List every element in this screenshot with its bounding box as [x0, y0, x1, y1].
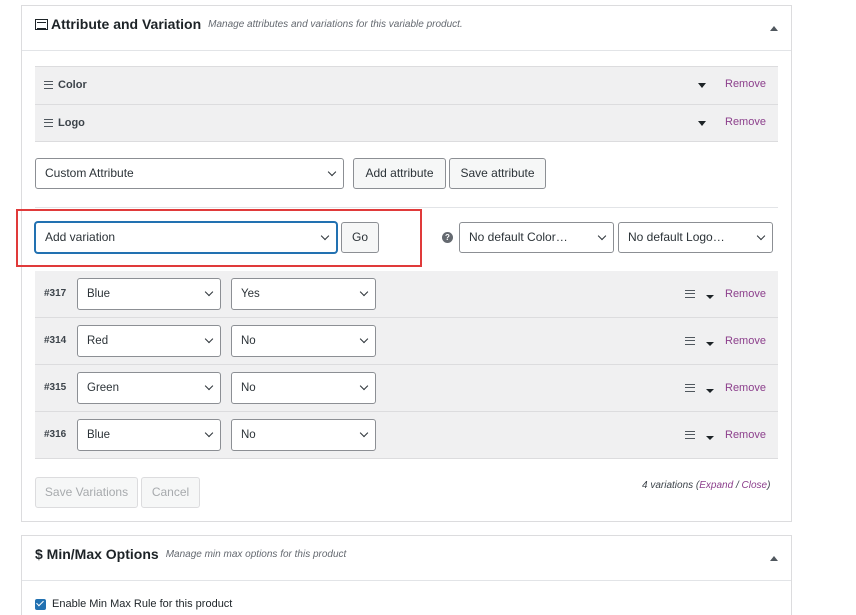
panel-subtitle: Manage min max options for this product — [165, 548, 347, 560]
chevron-down-icon — [204, 428, 214, 438]
variation-id: #317 — [44, 288, 67, 299]
select-value: No default Logo… — [628, 230, 725, 244]
variation-id: #314 — [44, 335, 67, 346]
cancel-button[interactable]: Cancel — [141, 477, 200, 508]
variation-row[interactable]: #314 Red No Remove — [35, 318, 778, 365]
expand-arrow-icon[interactable] — [698, 83, 706, 88]
drag-handle-icon[interactable] — [44, 81, 53, 89]
save-variations-button[interactable]: Save Variations — [35, 477, 138, 508]
chevron-down-icon — [204, 287, 214, 297]
variation-count: 4 variations (Expand / Close) — [642, 480, 771, 491]
highlight-box — [16, 209, 422, 267]
enable-minmax-row[interactable]: Enable Min Max Rule for this product — [35, 598, 232, 610]
variation-logo-select[interactable]: No — [231, 419, 376, 451]
drag-handle-icon[interactable] — [685, 384, 695, 392]
expand-arrow-icon[interactable] — [698, 121, 706, 126]
variation-color-select[interactable]: Green — [77, 372, 221, 404]
select-value: No — [241, 429, 256, 441]
attribute-name: Color — [44, 79, 87, 91]
remove-variation-link[interactable]: Remove — [725, 382, 766, 394]
drag-handle-icon[interactable] — [685, 290, 695, 298]
attribute-label: Logo — [58, 117, 85, 129]
panel-subtitle: Manage attributes and variations for thi… — [208, 18, 463, 30]
variation-logo-select[interactable]: Yes — [231, 278, 376, 310]
variation-logo-select[interactable]: No — [231, 325, 376, 357]
select-value: Red — [87, 335, 109, 347]
remove-attribute-link[interactable]: Remove — [725, 116, 766, 128]
chevron-down-icon — [597, 231, 607, 241]
enable-minmax-label: Enable Min Max Rule for this product — [52, 598, 233, 610]
chevron-down-icon — [756, 231, 766, 241]
expand-link[interactable]: Expand — [699, 480, 733, 491]
variation-row[interactable]: #315 Green No Remove — [35, 365, 778, 412]
variation-color-select[interactable]: Blue — [77, 278, 221, 310]
variation-logo-select[interactable]: No — [231, 372, 376, 404]
panel-header[interactable]: $ Min/Max Options Manage min max options… — [22, 536, 791, 581]
chevron-down-icon — [359, 381, 369, 391]
attribute-type-select[interactable]: Custom Attribute — [35, 158, 344, 189]
chevron-down-icon — [359, 287, 369, 297]
panel-title-text: $ Min/Max Options — [35, 546, 159, 562]
chevron-down-icon — [204, 334, 214, 344]
remove-attribute-link[interactable]: Remove — [725, 78, 766, 90]
select-value: No — [241, 382, 256, 394]
remove-variation-link[interactable]: Remove — [725, 429, 766, 441]
save-attribute-button[interactable]: Save attribute — [449, 158, 546, 189]
variations-list: #317 Blue Yes Remove #314 Red No Remove … — [35, 271, 778, 459]
attribute-row-color[interactable]: Color Remove — [35, 66, 778, 104]
select-value: Custom Attribute — [45, 166, 134, 180]
remove-variation-link[interactable]: Remove — [725, 335, 766, 347]
close-link[interactable]: Close — [742, 480, 768, 491]
chevron-down-icon — [359, 428, 369, 438]
attribute-row-logo[interactable]: Logo Remove — [35, 104, 778, 142]
minmax-options-panel: $ Min/Max Options Manage min max options… — [21, 535, 792, 615]
panel-title: Attribute and Variation Manage attribute… — [35, 16, 463, 32]
panel-title: $ Min/Max Options Manage min max options… — [35, 546, 346, 562]
select-value: Yes — [241, 288, 260, 300]
default-color-select[interactable]: No default Color… — [459, 222, 614, 253]
variation-id: #315 — [44, 382, 67, 393]
expand-arrow-icon[interactable] — [706, 295, 714, 299]
remove-variation-link[interactable]: Remove — [725, 288, 766, 300]
expand-arrow-icon[interactable] — [706, 436, 714, 440]
drag-handle-icon[interactable] — [685, 431, 695, 439]
chevron-down-icon — [204, 381, 214, 391]
drag-handle-icon[interactable] — [44, 119, 53, 127]
variation-row[interactable]: #317 Blue Yes Remove — [35, 271, 778, 318]
variation-id: #316 — [44, 429, 67, 440]
select-value: No default Color… — [469, 230, 568, 244]
expand-arrow-icon[interactable] — [706, 342, 714, 346]
variation-color-select[interactable]: Blue — [77, 419, 221, 451]
variation-count-text: 4 variations — [642, 480, 694, 491]
chevron-down-icon — [359, 334, 369, 344]
select-value: Green — [87, 382, 119, 394]
expand-arrow-icon[interactable] — [706, 389, 714, 393]
drag-handle-icon[interactable] — [685, 337, 695, 345]
enable-minmax-checkbox[interactable] — [35, 598, 46, 610]
variation-color-select[interactable]: Red — [77, 325, 221, 357]
collapse-arrow-icon[interactable] — [770, 26, 778, 31]
question-circle-icon[interactable]: ? — [442, 232, 453, 243]
panel-header[interactable]: Attribute and Variation Manage attribute… — [22, 6, 791, 51]
select-value: Blue — [87, 429, 111, 441]
add-attribute-button[interactable]: Add attribute — [353, 158, 446, 189]
attribute-name: Logo — [44, 117, 85, 129]
attribute-label: Color — [58, 79, 87, 91]
variation-row[interactable]: #316 Blue No Remove — [35, 412, 778, 459]
divider — [35, 207, 778, 208]
chevron-down-icon — [327, 167, 337, 177]
default-logo-select[interactable]: No default Logo… — [618, 222, 773, 253]
list-icon — [35, 18, 48, 30]
panel-title-text: Attribute and Variation — [51, 16, 202, 32]
collapse-arrow-icon[interactable] — [770, 556, 778, 561]
select-value: No — [241, 335, 256, 347]
select-value: Blue — [87, 288, 111, 300]
